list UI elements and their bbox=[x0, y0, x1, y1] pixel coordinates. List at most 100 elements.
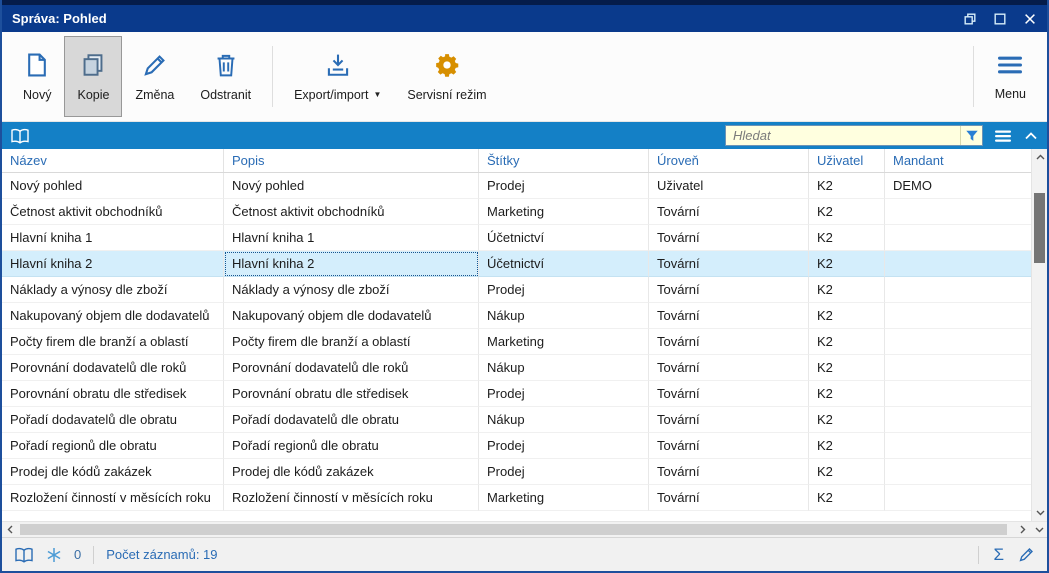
column-header-popis[interactable]: Popis bbox=[224, 149, 479, 172]
column-header-stitky[interactable]: Štítky bbox=[479, 149, 649, 172]
popout-icon[interactable] bbox=[963, 12, 977, 26]
filter-funnel-icon[interactable] bbox=[960, 126, 982, 145]
table-cell[interactable]: Účetnictví bbox=[479, 225, 649, 251]
table-row[interactable]: Pořadí regionů dle obratuPořadí regionů … bbox=[2, 433, 1031, 459]
snowflake-icon[interactable] bbox=[46, 547, 62, 563]
edit-pencil-icon[interactable] bbox=[1018, 546, 1035, 563]
table-cell[interactable]: Četnost aktivit obchodníků bbox=[2, 199, 224, 225]
table-cell[interactable]: Tovární bbox=[649, 329, 809, 355]
table-cell[interactable]: Nový pohled bbox=[224, 173, 479, 199]
table-cell[interactable]: K2 bbox=[809, 433, 885, 459]
vertical-scroll-thumb[interactable] bbox=[1034, 193, 1045, 263]
export-import-button[interactable]: Export/import ▼ bbox=[281, 36, 394, 117]
table-cell[interactable]: Tovární bbox=[649, 381, 809, 407]
table-row[interactable]: Pořadí dodavatelů dle obratuPořadí dodav… bbox=[2, 407, 1031, 433]
table-cell[interactable]: Nový pohled bbox=[2, 173, 224, 199]
table-cell[interactable]: Hlavní kniha 1 bbox=[224, 225, 479, 251]
table-cell[interactable] bbox=[885, 485, 1031, 511]
table-cell[interactable]: Nakupovaný objem dle dodavatelů bbox=[224, 303, 479, 329]
column-header-nazev[interactable]: Název bbox=[2, 149, 224, 172]
table-cell[interactable]: Tovární bbox=[649, 459, 809, 485]
table-cell[interactable]: Počty firem dle branží a oblastí bbox=[224, 329, 479, 355]
scroll-up-icon[interactable] bbox=[1032, 149, 1048, 165]
table-cell[interactable]: Prodej bbox=[479, 173, 649, 199]
close-icon[interactable] bbox=[1023, 12, 1037, 26]
sum-icon[interactable]: Σ bbox=[993, 545, 1004, 565]
table-row[interactable]: Rozložení činností v měsících rokuRozlož… bbox=[2, 485, 1031, 511]
table-cell[interactable]: Nákup bbox=[479, 407, 649, 433]
table-cell[interactable]: Marketing bbox=[479, 329, 649, 355]
new-button[interactable]: Nový bbox=[10, 36, 64, 117]
table-cell[interactable]: Porovnání obratu dle středisek bbox=[2, 381, 224, 407]
table-cell[interactable]: Nákup bbox=[479, 303, 649, 329]
table-cell[interactable] bbox=[885, 303, 1031, 329]
table-cell[interactable]: Prodej dle kódů zakázek bbox=[2, 459, 224, 485]
column-header-uroven[interactable]: Úroveň bbox=[649, 149, 809, 172]
table-cell[interactable]: Marketing bbox=[479, 485, 649, 511]
table-cell[interactable]: Porovnání dodavatelů dle roků bbox=[224, 355, 479, 381]
table-cell[interactable] bbox=[885, 355, 1031, 381]
table-cell[interactable]: Prodej bbox=[479, 381, 649, 407]
table-cell[interactable]: Tovární bbox=[649, 251, 809, 277]
table-cell[interactable]: Tovární bbox=[649, 199, 809, 225]
horizontal-scroll-thumb[interactable] bbox=[20, 524, 1007, 535]
table-cell[interactable]: K2 bbox=[809, 199, 885, 225]
table-cell[interactable]: Pořadí regionů dle obratu bbox=[2, 433, 224, 459]
book-icon[interactable] bbox=[10, 127, 30, 145]
table-cell[interactable]: Četnost aktivit obchodníků bbox=[224, 199, 479, 225]
table-cell[interactable]: Náklady a výnosy dle zboží bbox=[2, 277, 224, 303]
column-header-mandant[interactable]: Mandant bbox=[885, 149, 1031, 172]
table-row[interactable]: Prodej dle kódů zakázekProdej dle kódů z… bbox=[2, 459, 1031, 485]
vertical-scroll-track[interactable] bbox=[1032, 165, 1047, 505]
table-cell[interactable]: K2 bbox=[809, 225, 885, 251]
table-row[interactable]: Porovnání dodavatelů dle rokůPorovnání d… bbox=[2, 355, 1031, 381]
table-cell[interactable]: K2 bbox=[809, 459, 885, 485]
table-cell[interactable]: DEMO bbox=[885, 173, 1031, 199]
table-cell[interactable]: Tovární bbox=[649, 225, 809, 251]
table-cell[interactable]: Pořadí regionů dle obratu bbox=[224, 433, 479, 459]
menu-button[interactable]: Menu bbox=[982, 36, 1039, 117]
table-cell[interactable]: K2 bbox=[809, 485, 885, 511]
table-cell[interactable] bbox=[885, 277, 1031, 303]
table-cell[interactable]: Marketing bbox=[479, 199, 649, 225]
table-row[interactable]: Hlavní kniha 2Hlavní kniha 2ÚčetnictvíTo… bbox=[2, 251, 1031, 277]
table-cell[interactable]: K2 bbox=[809, 381, 885, 407]
table-row[interactable]: Hlavní kniha 1Hlavní kniha 1ÚčetnictvíTo… bbox=[2, 225, 1031, 251]
table-cell[interactable] bbox=[885, 459, 1031, 485]
table-cell[interactable]: Počty firem dle branží a oblastí bbox=[2, 329, 224, 355]
table-cell[interactable]: K2 bbox=[809, 329, 885, 355]
horizontal-scroll-track[interactable] bbox=[18, 522, 1015, 537]
table-cell[interactable]: K2 bbox=[809, 251, 885, 277]
collapse-chevron-icon[interactable] bbox=[1023, 129, 1039, 143]
table-cell[interactable]: Prodej bbox=[479, 459, 649, 485]
horizontal-scrollbar[interactable] bbox=[2, 521, 1047, 537]
table-cell[interactable]: Tovární bbox=[649, 433, 809, 459]
table-row[interactable]: Četnost aktivit obchodníkůČetnost aktivi… bbox=[2, 199, 1031, 225]
table-cell[interactable] bbox=[885, 329, 1031, 355]
table-cell[interactable]: Rozložení činností v měsících roku bbox=[2, 485, 224, 511]
table-cell[interactable]: K2 bbox=[809, 303, 885, 329]
table-cell[interactable]: Prodej bbox=[479, 433, 649, 459]
table-cell[interactable]: Pořadí dodavatelů dle obratu bbox=[224, 407, 479, 433]
table-cell[interactable]: Porovnání obratu dle středisek bbox=[224, 381, 479, 407]
table-cell[interactable] bbox=[885, 251, 1031, 277]
copy-button[interactable]: Kopie bbox=[64, 36, 122, 117]
delete-button[interactable]: Odstranit bbox=[187, 36, 264, 117]
table-cell[interactable]: Nákup bbox=[479, 355, 649, 381]
table-row[interactable]: Nový pohledNový pohledProdejUživatelK2DE… bbox=[2, 173, 1031, 199]
table-cell[interactable]: Rozložení činností v měsících roku bbox=[224, 485, 479, 511]
service-mode-button[interactable]: Servisní režim bbox=[394, 36, 499, 117]
table-row[interactable]: Počty firem dle branží a oblastíPočty fi… bbox=[2, 329, 1031, 355]
table-cell[interactable]: Porovnání dodavatelů dle roků bbox=[2, 355, 224, 381]
table-cell[interactable] bbox=[885, 199, 1031, 225]
table-cell[interactable]: Tovární bbox=[649, 277, 809, 303]
scrollbar-corner-icon[interactable] bbox=[1031, 522, 1047, 538]
table-cell[interactable]: Prodej bbox=[479, 277, 649, 303]
table-cell[interactable]: Uživatel bbox=[649, 173, 809, 199]
table-cell[interactable] bbox=[885, 433, 1031, 459]
table-cell[interactable]: Hlavní kniha 2 bbox=[2, 251, 224, 277]
vertical-scrollbar[interactable] bbox=[1031, 149, 1047, 521]
search-input[interactable] bbox=[726, 126, 960, 145]
table-cell[interactable] bbox=[885, 225, 1031, 251]
table-cell[interactable]: Tovární bbox=[649, 485, 809, 511]
